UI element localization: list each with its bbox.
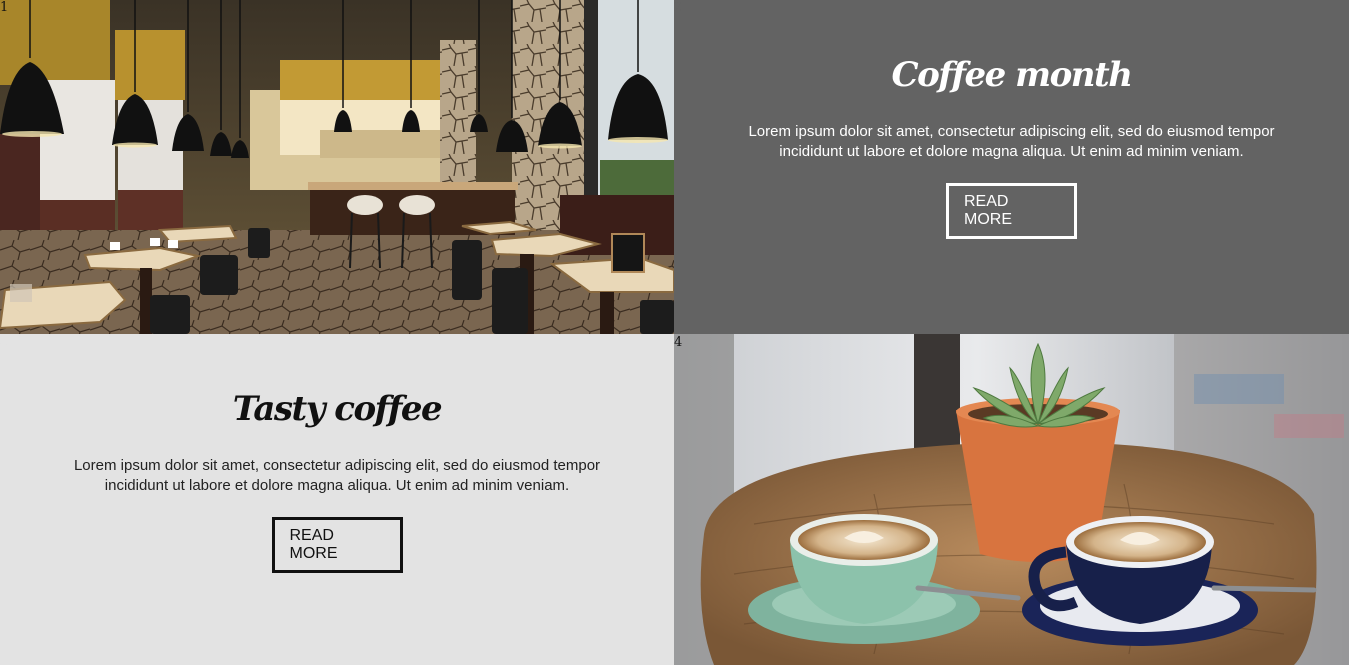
tasty-coffee-panel: 3 Tasty coffee Lorem ipsum dolor sit ame… [0, 334, 674, 665]
panel-number: 1 [0, 0, 9, 15]
panel-title: Coffee month [891, 55, 1133, 95]
read-more-button[interactable]: READ MORE [946, 183, 1077, 239]
panel-description: Lorem ipsum dolor sit amet, consectetur … [73, 457, 601, 494]
cafe-interior-image: 1 [0, 0, 674, 334]
panel-title: Tasty coffee [232, 389, 443, 429]
panel-number: 4 [674, 335, 683, 350]
feature-grid: 1 2 Coffee month Lorem ipsum dolor sit a… [0, 0, 1349, 665]
panel-number: 3 [0, 334, 9, 349]
coffee-cups-image: 4 [674, 334, 1349, 665]
panel-description: Lorem ipsum dolor sit amet, consectetur … [748, 123, 1275, 160]
panel-number: 2 [674, 0, 683, 15]
coffee-cups-illustration [674, 334, 1349, 665]
read-more-button[interactable]: READ MORE [271, 517, 403, 573]
coffee-month-panel: 2 Coffee month Lorem ipsum dolor sit ame… [674, 0, 1349, 334]
cafe-interior-illustration [0, 0, 674, 334]
